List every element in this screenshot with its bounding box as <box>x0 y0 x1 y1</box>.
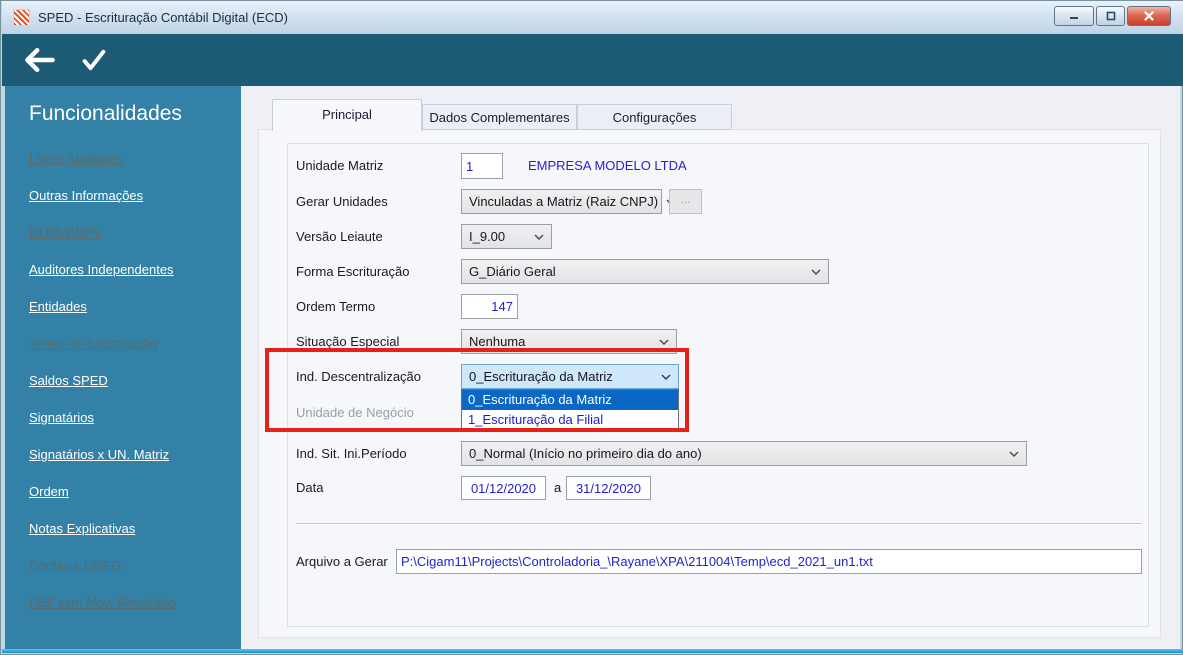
versao-leiaute-combo[interactable]: I_9.00 <box>461 224 552 249</box>
tab-principal[interactable]: Principal <box>272 99 422 131</box>
forma-escrituracao-combo[interactable]: G_Diário Geral <box>461 259 829 284</box>
data-separator-label: a <box>554 480 562 495</box>
gerar-unidades-combo[interactable]: Vinculadas a Matriz (Raiz CNPJ) <box>461 189 676 214</box>
sidebar-title: Funcionalidades <box>29 102 182 125</box>
app-icon <box>13 9 30 26</box>
confirm-button[interactable] <box>74 43 114 77</box>
arquivo-a-gerar-input[interactable] <box>396 549 1142 574</box>
chevron-down-icon <box>653 374 671 380</box>
situacao-especial-label: Situação Especial <box>296 334 400 349</box>
close-icon <box>1144 11 1154 21</box>
chevron-down-icon <box>1001 451 1019 457</box>
maximize-icon <box>1106 11 1115 21</box>
chevron-down-icon <box>651 339 669 345</box>
data-inicio-input[interactable] <box>461 476 546 500</box>
unidade-matriz-label: Unidade Matriz <box>296 158 384 173</box>
sidebar-item-livros-auxiliares: Livros Auxiliares <box>29 151 123 166</box>
tab-configuracoes[interactable]: Configurações <box>577 104 732 130</box>
situacao-especial-value: Nenhuma <box>469 334 526 349</box>
versao-leiaute-value: I_9.00 <box>469 229 506 244</box>
dropdown-option-filial[interactable]: 1_Escrituração da Filial <box>462 410 678 430</box>
ind-descentralizacao-dropdown: 0_Escrituração da Matriz 1_Escrituração … <box>461 389 679 431</box>
sidebar-item-auditores-independentes[interactable]: Auditores Independentes <box>29 259 241 281</box>
back-arrow-icon <box>25 47 55 73</box>
minimize-button[interactable] <box>1054 6 1094 26</box>
app-window: SPED - Escrituração Contábil Digital (EC… <box>0 0 1183 655</box>
situacao-especial-combo[interactable]: Nenhuma <box>461 329 677 354</box>
gerar-unidades-value: Vinculadas a Matriz (Raiz CNPJ) <box>469 194 659 209</box>
browse-button: ... <box>669 189 702 214</box>
sidebar-item-outras-informacoes[interactable]: Outras Informações <box>29 185 241 207</box>
minimize-icon <box>1070 17 1078 19</box>
dropdown-option-matriz[interactable]: 0_Escrituração da Matriz <box>462 390 678 410</box>
sidebar-item-saldos-sped[interactable]: Saldos SPED <box>29 370 241 392</box>
main-panel: Principal Dados Complementares Configura… <box>241 86 1180 649</box>
ind-descentralizacao-label: Ind. Descentralização <box>296 369 422 384</box>
sidebar-item-termo-de-substituicao: Termo de Substituição <box>29 336 158 351</box>
ind-sit-ini-periodo-combo[interactable]: 0_Normal (Início no primeiro dia do ano) <box>461 441 1027 466</box>
data-label: Data <box>296 480 324 495</box>
back-button[interactable] <box>20 43 60 77</box>
sidebar-item-notas-explicativas[interactable]: Notas Explicativas <box>29 518 241 540</box>
ind-descentralizacao-combo[interactable]: 0_Escrituração da Matriz <box>461 364 679 389</box>
ordem-termo-input[interactable] <box>461 294 518 319</box>
ind-sit-ini-periodo-value: 0_Normal (Início no primeiro dia do ano) <box>469 446 702 461</box>
sidebar-item-signatarios[interactable]: Signatários <box>29 407 241 429</box>
maximize-button[interactable] <box>1096 6 1125 26</box>
versao-leiaute-label: Versão Leiaute <box>296 229 383 244</box>
chevron-down-icon <box>526 234 544 240</box>
close-button[interactable] <box>1127 6 1171 26</box>
ordem-termo-label: Ordem Termo <box>296 299 376 314</box>
unidade-negocio-label: Unidade de Negócio <box>296 405 414 420</box>
sidebar-item-dlpa-dmpl: DLPA/DMPL <box>29 225 102 240</box>
ind-sit-ini-periodo-label: Ind. Sit. Ini.Período <box>296 446 407 461</box>
check-icon <box>82 49 106 71</box>
forma-escrituracao-value: G_Diário Geral <box>469 264 556 279</box>
company-name: EMPRESA MODELO LTDA <box>528 158 687 173</box>
chevron-down-icon <box>803 269 821 275</box>
gerar-unidades-label: Gerar Unidades <box>296 194 388 209</box>
section-divider <box>296 523 1142 525</box>
window-bottom-edge <box>2 649 1183 653</box>
sidebar-item-entidades[interactable]: Entidades <box>29 296 241 318</box>
sidebar-item-ordem[interactable]: Ordem <box>29 481 241 503</box>
window-title: SPED - Escrituração Contábil Digital (EC… <box>38 10 288 25</box>
sidebar-item-signatarios-x-un-matriz[interactable]: Signatários x UN. Matriz <box>29 444 241 466</box>
title-bar: SPED - Escrituração Contábil Digital (EC… <box>2 1 1183 34</box>
sidebar-item-contas-x-uneg: Contas x UNEG <box>29 558 122 573</box>
toolbar <box>2 34 1183 86</box>
data-fim-input[interactable] <box>566 476 651 500</box>
sidebar: Funcionalidades Livros Auxiliares Outras… <box>5 86 241 649</box>
sidebar-item-i355-sem-mov-resultado: I355 sem Mov. Resultado <box>29 595 176 610</box>
forma-escrituracao-label: Forma Escrituração <box>296 264 410 279</box>
unidade-matriz-input[interactable] <box>461 153 503 179</box>
arquivo-a-gerar-label: Arquivo a Gerar <box>296 554 388 569</box>
ind-descentralizacao-value: 0_Escrituração da Matriz <box>469 369 613 384</box>
tab-dados-complementares[interactable]: Dados Complementares <box>422 104 577 130</box>
